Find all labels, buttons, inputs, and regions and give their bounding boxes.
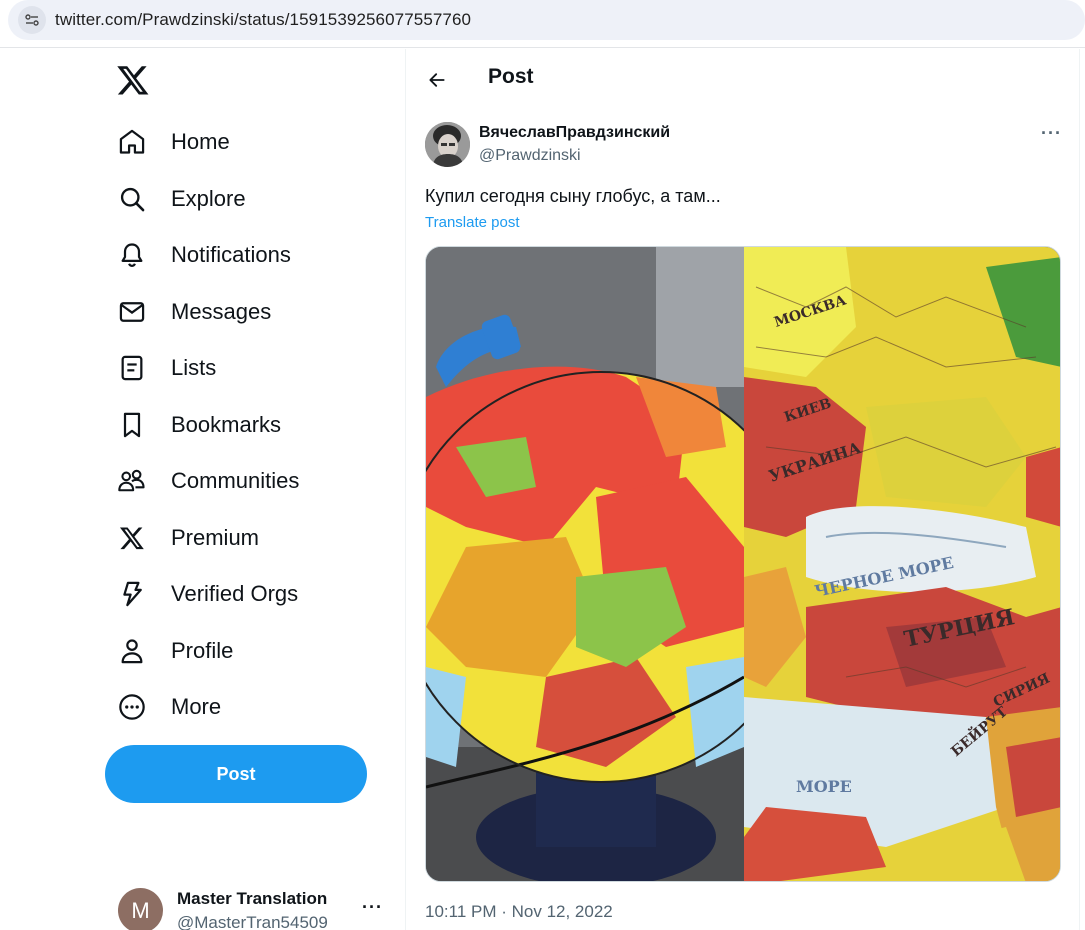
scrollbar[interactable] (1080, 49, 1085, 930)
browser-address-bar: twitter.com/Prawdzinski/status/159153925… (0, 0, 1085, 48)
translate-post-link[interactable]: Translate post (425, 214, 520, 231)
nav-item-explore[interactable]: Explore (105, 174, 246, 224)
map-label: МОРЕ (796, 777, 852, 796)
back-arrow-icon[interactable] (420, 63, 454, 97)
list-icon (117, 353, 147, 383)
nav-label: Bookmarks (171, 412, 282, 437)
author-handle[interactable]: @Prawdzinski (479, 147, 581, 165)
nav-item-premium[interactable]: Premium (105, 513, 259, 563)
author-name[interactable]: ВячеславПравдзинский (479, 124, 670, 142)
x-logo-icon[interactable] (116, 63, 150, 97)
x-logo-icon (117, 523, 147, 553)
nav-label: Profile (171, 638, 234, 663)
nav-label: Communities (171, 468, 300, 493)
site-info-icon[interactable] (18, 6, 46, 34)
people-icon (117, 466, 147, 496)
main-column: Post ВячеславПравдзинский @Prawdzinski ·… (405, 49, 1080, 930)
page-title: Post (488, 65, 534, 88)
post-timestamp[interactable]: 10:11 PM · Nov 12, 2022 (425, 902, 613, 922)
person-icon (117, 636, 147, 666)
account-more-icon[interactable]: ··· (362, 897, 383, 918)
nav-label: Messages (171, 299, 272, 324)
nav-item-lists[interactable]: Lists (105, 343, 216, 393)
nav-item-notifications[interactable]: Notifications (105, 230, 291, 280)
post-text: Купил сегодня сыну глобус, а там... (425, 186, 721, 206)
post-button[interactable]: Post (105, 745, 367, 803)
nav-item-communities[interactable]: Communities (105, 456, 299, 506)
bell-icon (117, 240, 147, 270)
nav-item-messages[interactable]: Messages (105, 287, 271, 337)
search-icon (117, 184, 147, 214)
nav-label: Notifications (171, 242, 291, 267)
nav-item-bookmarks[interactable]: Bookmarks (105, 400, 281, 450)
nav-item-profile[interactable]: Profile (105, 626, 233, 676)
bookmark-icon (117, 410, 147, 440)
nav-label: More (171, 694, 222, 719)
nav-item-home[interactable]: Home (105, 117, 230, 167)
account-handle: @MasterTran54509 (177, 913, 328, 930)
post-media-image[interactable]: МОСКВА ЧЕРНОЕ МОРЕ УКРАИНА ТУРЦИЯ СИРИЯ … (425, 246, 1061, 882)
avatar: M (118, 888, 163, 930)
nav-label: Verified Orgs (171, 581, 299, 606)
lightning-icon (117, 579, 147, 609)
account-name: Master Translation (177, 889, 328, 908)
nav-item-more[interactable]: More (105, 682, 221, 732)
home-icon (117, 127, 147, 157)
url-field[interactable]: twitter.com/Prawdzinski/status/159153925… (8, 0, 1085, 40)
nav-label: Premium (171, 525, 260, 550)
post-more-icon[interactable]: ··· (1041, 123, 1062, 144)
envelope-icon (117, 297, 147, 327)
nav-label: Explore (171, 186, 246, 211)
nav-item-verified-orgs[interactable]: Verified Orgs (105, 569, 298, 619)
more-circle-icon (117, 692, 147, 722)
author-avatar[interactable] (425, 122, 470, 167)
url-text: twitter.com/Prawdzinski/status/159153925… (55, 10, 472, 29)
sidebar: Home Explore Notifications Messages List… (0, 49, 405, 930)
post-header: Post (406, 49, 1081, 107)
nav-label: Home (171, 129, 230, 154)
account-switcher[interactable]: M Master Translation @MasterTran54509 ··… (118, 885, 398, 930)
nav-label: Lists (171, 355, 217, 380)
